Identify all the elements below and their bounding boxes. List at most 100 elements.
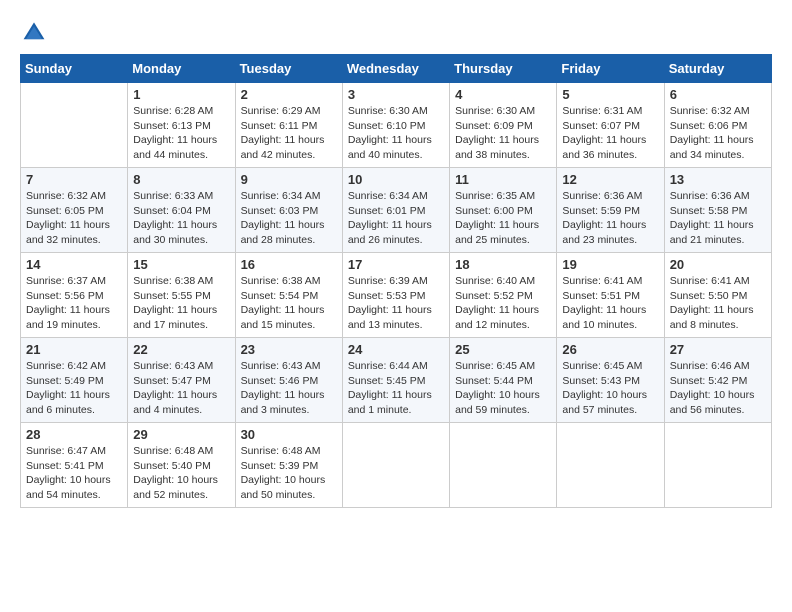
calendar-cell: 3 Sunrise: 6:30 AM Sunset: 6:10 PM Daylig…	[342, 83, 449, 168]
calendar-cell	[664, 423, 771, 508]
day-info: Sunrise: 6:34 AM Sunset: 6:03 PM Dayligh…	[241, 189, 337, 248]
calendar-cell: 11 Sunrise: 6:35 AM Sunset: 6:00 PM Dayli…	[450, 168, 557, 253]
day-info: Sunrise: 6:44 AM Sunset: 5:45 PM Dayligh…	[348, 359, 444, 418]
day-number: 8	[133, 172, 229, 187]
day-number: 29	[133, 427, 229, 442]
calendar-cell: 20Sunrise: 6:41 AM Sunset: 5:50 PM Dayli…	[664, 253, 771, 338]
day-info: Sunrise: 6:31 AM Sunset: 6:07 PM Dayligh…	[562, 104, 658, 163]
day-info: Sunrise: 6:32 AM Sunset: 6:06 PM Dayligh…	[670, 104, 766, 163]
calendar-cell: 9 Sunrise: 6:34 AM Sunset: 6:03 PM Daylig…	[235, 168, 342, 253]
weekday-header-tuesday: Tuesday	[235, 55, 342, 83]
calendar-cell: 26 Sunrise: 6:45 AM Sunset: 5:43 PM Dayli…	[557, 338, 664, 423]
day-number: 1	[133, 87, 229, 102]
page-header	[20, 20, 772, 44]
calendar-cell: 1Sunrise: 6:28 AM Sunset: 6:13 PM Daylig…	[128, 83, 235, 168]
day-number: 18	[455, 257, 551, 272]
logo	[20, 20, 46, 44]
calendar-cell: 8Sunrise: 6:33 AM Sunset: 6:04 PM Daylig…	[128, 168, 235, 253]
calendar-cell: 25 Sunrise: 6:45 AM Sunset: 5:44 PM Dayli…	[450, 338, 557, 423]
day-number: 27	[670, 342, 766, 357]
calendar-week-5: 28 Sunrise: 6:47 AM Sunset: 5:41 PM Dayli…	[21, 423, 772, 508]
day-info: Sunrise: 6:35 AM Sunset: 6:00 PM Dayligh…	[455, 189, 551, 248]
calendar-week-4: 21 Sunrise: 6:42 AM Sunset: 5:49 PM Dayli…	[21, 338, 772, 423]
weekday-header-thursday: Thursday	[450, 55, 557, 83]
weekday-header-saturday: Saturday	[664, 55, 771, 83]
logo-icon	[22, 20, 46, 44]
calendar-cell: 16 Sunrise: 6:38 AM Sunset: 5:54 PM Dayli…	[235, 253, 342, 338]
day-number: 10	[348, 172, 444, 187]
calendar-week-3: 14 Sunrise: 6:37 AM Sunset: 5:56 PM Dayli…	[21, 253, 772, 338]
weekday-header-row: SundayMondayTuesdayWednesdayThursdayFrid…	[21, 55, 772, 83]
day-number: 14	[26, 257, 122, 272]
day-number: 21	[26, 342, 122, 357]
day-info: Sunrise: 6:47 AM Sunset: 5:41 PM Dayligh…	[26, 444, 122, 503]
calendar-cell: 27 Sunrise: 6:46 AM Sunset: 5:42 PM Dayli…	[664, 338, 771, 423]
day-number: 16	[241, 257, 337, 272]
day-number: 3	[348, 87, 444, 102]
day-number: 4	[455, 87, 551, 102]
day-number: 26	[562, 342, 658, 357]
day-info: Sunrise: 6:43 AM Sunset: 5:46 PM Dayligh…	[241, 359, 337, 418]
calendar-cell: 24 Sunrise: 6:44 AM Sunset: 5:45 PM Dayli…	[342, 338, 449, 423]
calendar-cell	[342, 423, 449, 508]
calendar-cell: 10 Sunrise: 6:34 AM Sunset: 6:01 PM Dayli…	[342, 168, 449, 253]
day-info: Sunrise: 6:46 AM Sunset: 5:42 PM Dayligh…	[670, 359, 766, 418]
day-info: Sunrise: 6:43 AM Sunset: 5:47 PM Dayligh…	[133, 359, 229, 418]
day-number: 23	[241, 342, 337, 357]
calendar-cell	[450, 423, 557, 508]
day-number: 24	[348, 342, 444, 357]
day-info: Sunrise: 6:48 AM Sunset: 5:40 PM Dayligh…	[133, 444, 229, 503]
calendar-cell: 15Sunrise: 6:38 AM Sunset: 5:55 PM Dayli…	[128, 253, 235, 338]
day-number: 19	[562, 257, 658, 272]
day-info: Sunrise: 6:40 AM Sunset: 5:52 PM Dayligh…	[455, 274, 551, 333]
day-info: Sunrise: 6:41 AM Sunset: 5:50 PM Dayligh…	[670, 274, 766, 333]
calendar-cell: 19 Sunrise: 6:41 AM Sunset: 5:51 PM Dayli…	[557, 253, 664, 338]
calendar-cell: 22Sunrise: 6:43 AM Sunset: 5:47 PM Dayli…	[128, 338, 235, 423]
day-info: Sunrise: 6:48 AM Sunset: 5:39 PM Dayligh…	[241, 444, 337, 503]
calendar-cell: 23 Sunrise: 6:43 AM Sunset: 5:46 PM Dayli…	[235, 338, 342, 423]
day-number: 6	[670, 87, 766, 102]
day-info: Sunrise: 6:37 AM Sunset: 5:56 PM Dayligh…	[26, 274, 122, 333]
calendar-cell: 14 Sunrise: 6:37 AM Sunset: 5:56 PM Dayli…	[21, 253, 128, 338]
calendar-table: SundayMondayTuesdayWednesdayThursdayFrid…	[20, 54, 772, 508]
calendar-cell	[21, 83, 128, 168]
day-number: 25	[455, 342, 551, 357]
calendar-cell: 2Sunrise: 6:29 AM Sunset: 6:11 PM Daylig…	[235, 83, 342, 168]
weekday-header-wednesday: Wednesday	[342, 55, 449, 83]
weekday-header-sunday: Sunday	[21, 55, 128, 83]
day-info: Sunrise: 6:29 AM Sunset: 6:11 PM Dayligh…	[241, 104, 337, 163]
day-info: Sunrise: 6:36 AM Sunset: 5:58 PM Dayligh…	[670, 189, 766, 248]
calendar-cell: 29 Sunrise: 6:48 AM Sunset: 5:40 PM Dayli…	[128, 423, 235, 508]
day-info: Sunrise: 6:39 AM Sunset: 5:53 PM Dayligh…	[348, 274, 444, 333]
day-number: 13	[670, 172, 766, 187]
day-info: Sunrise: 6:41 AM Sunset: 5:51 PM Dayligh…	[562, 274, 658, 333]
day-number: 30	[241, 427, 337, 442]
day-number: 28	[26, 427, 122, 442]
weekday-header-monday: Monday	[128, 55, 235, 83]
calendar-cell: 17Sunrise: 6:39 AM Sunset: 5:53 PM Dayli…	[342, 253, 449, 338]
day-number: 5	[562, 87, 658, 102]
calendar-cell: 7Sunrise: 6:32 AM Sunset: 6:05 PM Daylig…	[21, 168, 128, 253]
calendar-week-1: 1Sunrise: 6:28 AM Sunset: 6:13 PM Daylig…	[21, 83, 772, 168]
day-number: 7	[26, 172, 122, 187]
day-info: Sunrise: 6:30 AM Sunset: 6:09 PM Dayligh…	[455, 104, 551, 163]
day-number: 12	[562, 172, 658, 187]
day-info: Sunrise: 6:45 AM Sunset: 5:43 PM Dayligh…	[562, 359, 658, 418]
day-info: Sunrise: 6:30 AM Sunset: 6:10 PM Dayligh…	[348, 104, 444, 163]
calendar-cell	[557, 423, 664, 508]
day-info: Sunrise: 6:34 AM Sunset: 6:01 PM Dayligh…	[348, 189, 444, 248]
day-info: Sunrise: 6:42 AM Sunset: 5:49 PM Dayligh…	[26, 359, 122, 418]
calendar-cell: 28 Sunrise: 6:47 AM Sunset: 5:41 PM Dayli…	[21, 423, 128, 508]
weekday-header-friday: Friday	[557, 55, 664, 83]
calendar-week-2: 7Sunrise: 6:32 AM Sunset: 6:05 PM Daylig…	[21, 168, 772, 253]
day-info: Sunrise: 6:38 AM Sunset: 5:54 PM Dayligh…	[241, 274, 337, 333]
day-number: 9	[241, 172, 337, 187]
day-info: Sunrise: 6:36 AM Sunset: 5:59 PM Dayligh…	[562, 189, 658, 248]
day-info: Sunrise: 6:38 AM Sunset: 5:55 PM Dayligh…	[133, 274, 229, 333]
calendar-cell: 21 Sunrise: 6:42 AM Sunset: 5:49 PM Dayli…	[21, 338, 128, 423]
calendar-cell: 13 Sunrise: 6:36 AM Sunset: 5:58 PM Dayli…	[664, 168, 771, 253]
day-number: 11	[455, 172, 551, 187]
calendar-cell: 30 Sunrise: 6:48 AM Sunset: 5:39 PM Dayli…	[235, 423, 342, 508]
day-info: Sunrise: 6:45 AM Sunset: 5:44 PM Dayligh…	[455, 359, 551, 418]
calendar-cell: 4 Sunrise: 6:30 AM Sunset: 6:09 PM Daylig…	[450, 83, 557, 168]
